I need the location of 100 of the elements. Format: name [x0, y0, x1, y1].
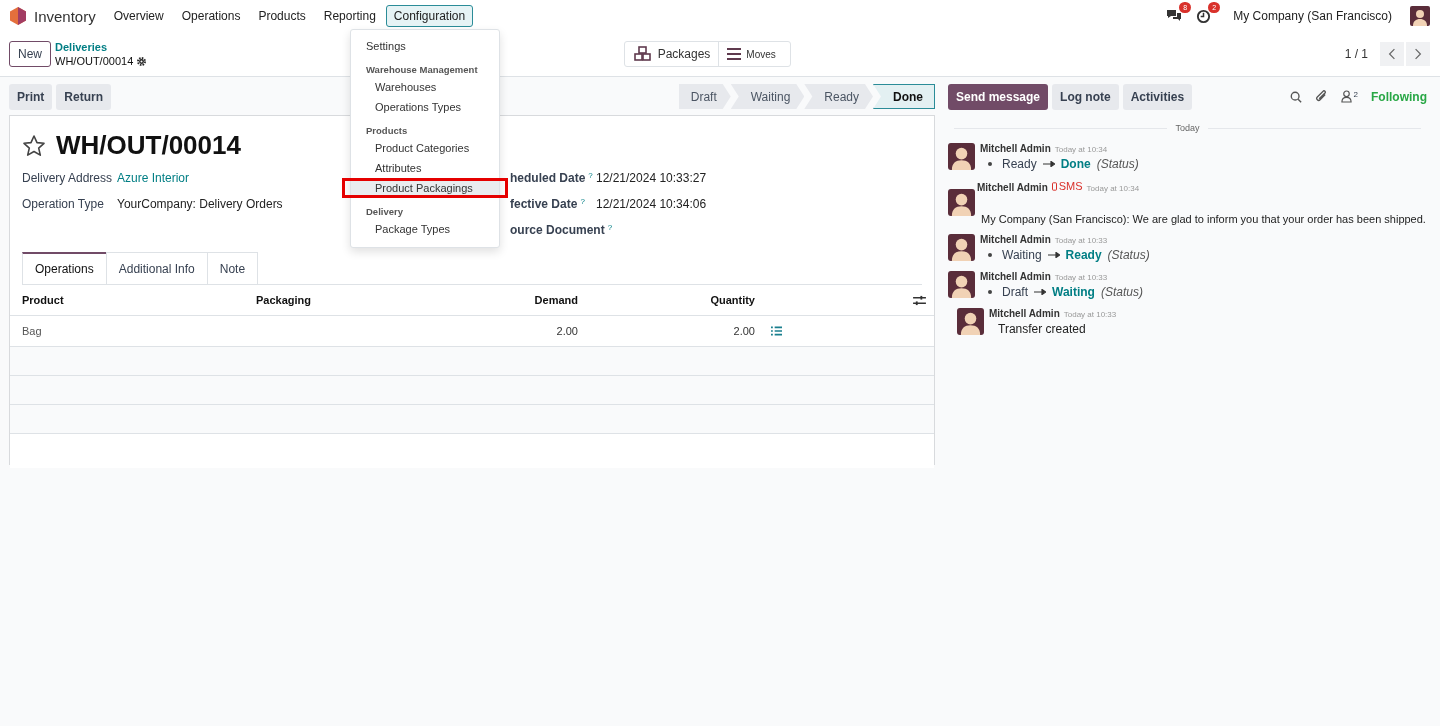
column-header[interactable]: Product — [22, 294, 256, 306]
message-time: Today at 10:34 — [1054, 145, 1108, 154]
menu-section-header: Products — [365, 124, 409, 138]
author-name[interactable]: Mitchell Admin — [980, 143, 1051, 154]
field-value: YourCompany: Delivery Orders — [117, 197, 283, 211]
new-button[interactable]: New — [9, 41, 51, 67]
status-step[interactable]: Waiting — [730, 84, 805, 109]
menu-item[interactable]: Configuration — [385, 5, 474, 27]
field-name: (Status) — [1096, 157, 1139, 171]
field-label: ource Document — [510, 223, 605, 237]
field-label: Delivery Address — [22, 171, 114, 185]
boxes-icon — [632, 46, 653, 62]
company-switcher[interactable]: My Company (San Francisco) — [1233, 9, 1392, 23]
author-name[interactable]: Mitchell Admin — [980, 233, 1051, 245]
app-name[interactable]: Inventory — [34, 7, 96, 25]
help-icon[interactable]: ? — [607, 223, 613, 232]
form-tab[interactable]: Operations — [22, 252, 107, 284]
menu-item[interactable]: Overview — [105, 5, 172, 27]
status-step[interactable]: Done — [873, 84, 935, 109]
user-avatar[interactable] — [1410, 6, 1430, 26]
record-title: WH/OUT/00014 — [56, 130, 241, 161]
chatter-button[interactable]: Log note — [1052, 83, 1119, 110]
pager-value: 1 / 1 — [1344, 47, 1368, 61]
person-icon[interactable] — [1340, 90, 1352, 103]
field-value: 12/21/2024 10:33:27 — [596, 171, 707, 185]
help-icon[interactable]: ? — [580, 197, 585, 206]
search-icon[interactable] — [1289, 90, 1302, 103]
field-label: Operation Type — [22, 197, 105, 211]
table-cell-text: 2.00 — [555, 325, 578, 337]
detail-list-icon[interactable] — [771, 326, 782, 336]
menu-icon — [727, 48, 742, 60]
message-text: Transfer created — [997, 321, 1087, 336]
chevron-left-icon — [1388, 48, 1396, 60]
breadcrumb-link[interactable]: Deliveries — [55, 40, 148, 54]
new-value: Waiting — [1052, 284, 1095, 299]
previous-button[interactable] — [1380, 42, 1404, 66]
help-icon[interactable]: ? — [588, 171, 593, 180]
clock-icon[interactable] — [1196, 8, 1212, 24]
arrow-icon — [1047, 251, 1060, 258]
author-name[interactable]: Mitchell Admin — [989, 307, 1060, 319]
old-value: Draft — [1002, 284, 1028, 299]
table-cell-text: Bag — [22, 325, 43, 337]
chatter-button[interactable]: Send message — [948, 83, 1049, 110]
menu-section-header: Warehouse Management — [365, 63, 479, 77]
avatar[interactable] — [948, 270, 975, 298]
status-step[interactable]: Ready — [804, 84, 873, 109]
dropdown-item[interactable]: Operations Types — [351, 97, 499, 117]
new-value: Ready — [1065, 247, 1102, 262]
message-time: Today at 10:33 — [1054, 272, 1108, 282]
date-separator: Today — [1175, 123, 1200, 133]
follower-count: 2 — [1353, 90, 1358, 99]
old-value: Ready — [1002, 157, 1037, 171]
message-time: Today at 10:33 — [1054, 235, 1108, 245]
action-button[interactable]: Print — [9, 83, 53, 110]
avatar[interactable] — [948, 143, 975, 170]
avatar[interactable] — [948, 233, 975, 261]
arrow-icon — [1042, 161, 1055, 167]
column-header[interactable]: Demand — [416, 294, 578, 306]
message-text: My Company (San Francisco): We are glad to inform you that your order has been shipped. — [981, 212, 1426, 225]
phone-icon — [1051, 181, 1057, 191]
field-name: (Status) — [1100, 284, 1143, 299]
column-header[interactable]: Packaging — [256, 294, 416, 306]
dropdown-item[interactable]: Package Types — [351, 219, 499, 239]
action-button[interactable]: Return — [56, 83, 111, 110]
star-icon[interactable] — [22, 133, 46, 158]
menu-item[interactable]: Reporting — [315, 5, 384, 27]
message-time: Today at 10:34 — [1086, 183, 1140, 193]
status-step[interactable]: Draft — [678, 84, 731, 109]
new-value: Done — [1060, 157, 1091, 171]
chatter-button[interactable]: Activities — [1122, 83, 1193, 110]
column-header[interactable]: Quantity — [578, 294, 755, 306]
chat-icon[interactable] — [1166, 9, 1183, 23]
packages-button[interactable]: Packages — [624, 42, 719, 66]
column-settings-icon[interactable] — [913, 294, 926, 306]
dropdown-item[interactable]: Attributes — [351, 158, 499, 178]
menu-item[interactable]: Operations — [173, 5, 249, 27]
sms-label: SMS — [1058, 180, 1083, 192]
app-logo-icon[interactable] — [10, 7, 26, 25]
dropdown-item[interactable]: Settings — [351, 36, 499, 56]
message-time: Today at 10:33 — [1063, 309, 1117, 319]
dropdown-item[interactable]: Product Categories — [351, 138, 499, 158]
chevron-right-icon — [1414, 48, 1422, 60]
form-tab[interactable]: Note — [206, 252, 259, 284]
next-button[interactable] — [1406, 42, 1430, 66]
arrow-icon — [1034, 288, 1046, 295]
avatar[interactable] — [948, 188, 975, 216]
author-name[interactable]: Mitchell Admin — [980, 270, 1051, 282]
old-value: Waiting — [1002, 247, 1042, 262]
table-cell-text: 2.00 — [732, 325, 755, 337]
field-label: fective Date — [510, 197, 578, 211]
record-name: WH/OUT/00014 — [55, 54, 134, 68]
field-value: 12/21/2024 10:34:06 — [596, 197, 707, 211]
author-name[interactable]: Mitchell Admin — [977, 181, 1048, 193]
menu-item[interactable]: Products — [250, 5, 314, 27]
avatar[interactable] — [957, 307, 984, 335]
field-link[interactable]: Azure Interior — [117, 171, 190, 185]
paperclip-icon[interactable] — [1314, 90, 1328, 103]
dropdown-item[interactable]: Warehouses — [351, 77, 499, 97]
gear-icon[interactable] — [136, 55, 148, 67]
moves-button[interactable]: Moves — [718, 42, 791, 66]
